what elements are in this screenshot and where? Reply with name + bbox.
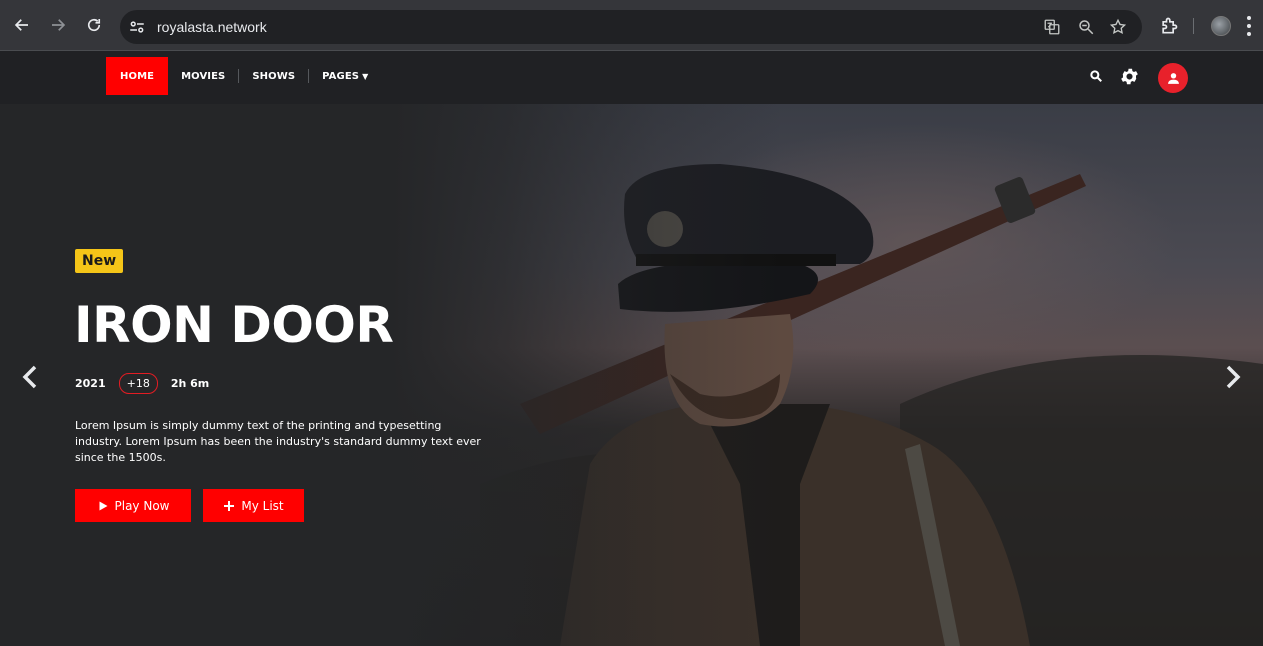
toolbar-divider [1193, 18, 1194, 34]
my-list-label: My List [241, 498, 284, 513]
translate-icon[interactable] [1043, 18, 1061, 36]
menu-icon[interactable] [1246, 16, 1252, 36]
star-icon[interactable] [1109, 18, 1127, 36]
user-icon[interactable] [1158, 63, 1188, 93]
new-badge: New [75, 249, 124, 273]
main-nav: HOME MOVIES SHOWS PAGES ▼ [106, 57, 381, 95]
nav-pages[interactable]: PAGES ▼ [309, 57, 381, 95]
release-year: 2021 [75, 377, 106, 390]
my-list-button[interactable]: My List [203, 489, 304, 522]
chevron-down-icon: ▼ [362, 71, 369, 81]
play-now-label: Play Now [114, 498, 170, 513]
reload-icon[interactable] [83, 14, 105, 36]
plus-icon [224, 500, 235, 511]
extensions-icon[interactable] [1159, 16, 1179, 36]
gear-icon[interactable] [1119, 66, 1140, 87]
back-icon[interactable] [11, 14, 33, 36]
movie-description: Lorem Ipsum is simply dummy text of the … [75, 419, 481, 464]
browser-toolbar: royalasta.network [0, 0, 1263, 51]
forward-icon[interactable] [47, 14, 69, 36]
chevron-left-icon[interactable] [20, 364, 40, 390]
nav-movies[interactable]: MOVIES [168, 57, 238, 95]
address-bar[interactable]: royalasta.network [120, 10, 1142, 44]
url-text[interactable]: royalasta.network [157, 19, 267, 35]
nav-home[interactable]: HOME [106, 57, 169, 95]
movie-meta: 2021 +18 2h 6m [75, 373, 209, 394]
search-icon[interactable] [1089, 69, 1103, 83]
play-icon [99, 501, 107, 510]
age-rating-badge: +18 [118, 373, 158, 394]
profile-avatar[interactable] [1211, 16, 1231, 36]
site-header: HOME MOVIES SHOWS PAGES ▼ [0, 51, 1263, 104]
nav-shows[interactable]: SHOWS [239, 57, 308, 95]
chevron-right-icon[interactable] [1223, 364, 1243, 390]
play-now-button[interactable]: Play Now [75, 489, 191, 522]
movie-title: IRON DOOR [74, 296, 394, 354]
site-info-icon[interactable] [128, 18, 146, 36]
hero-banner: New IRON DOOR 2021 +18 2h 6m Lorem Ipsum… [0, 104, 1263, 646]
zoom-icon[interactable] [1077, 18, 1095, 36]
duration: 2h 6m [170, 377, 210, 390]
